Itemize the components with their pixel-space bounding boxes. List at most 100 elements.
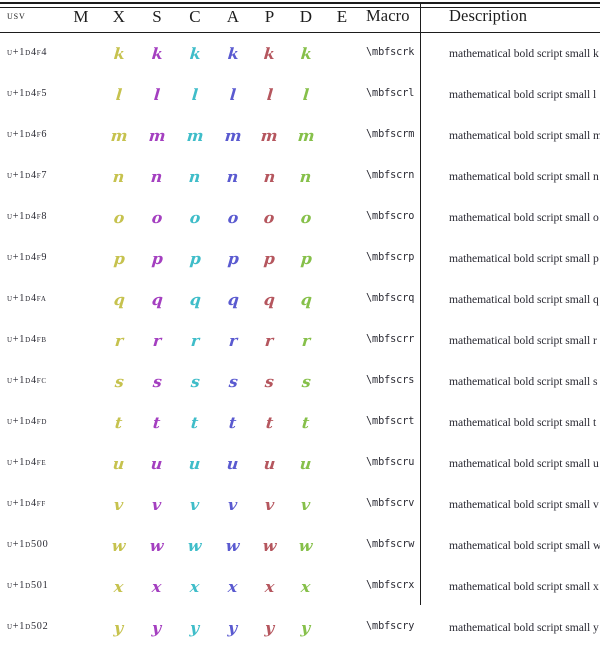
cell-glyph-a: x — [214, 566, 252, 607]
glyph-sample: l — [265, 84, 274, 104]
cell-glyph-e — [325, 607, 359, 648]
cell-glyph-p: k — [252, 33, 287, 74]
cell-glyph-m — [62, 484, 100, 525]
cell-glyph-m — [62, 566, 100, 607]
table-header-row: USV M X S C A P D E Macro Description — [0, 0, 600, 33]
glyph-sample: k — [299, 43, 313, 63]
glyph-sample: s — [227, 371, 239, 391]
cell-glyph-c: x — [176, 566, 214, 607]
cell-glyph-c: w — [176, 525, 214, 566]
glyph-sample: n — [299, 166, 313, 186]
cell-glyph-x: w — [100, 525, 138, 566]
glyph-sample: y — [151, 617, 163, 637]
cell-usv: U+1D4FE — [7, 457, 47, 469]
glyph-sample: s — [189, 371, 201, 391]
cell-glyph-d: v — [287, 484, 325, 525]
glyph-sample: r — [190, 330, 201, 350]
glyph-sample: m — [109, 125, 129, 145]
glyph-sample: w — [187, 535, 203, 555]
glyph-sample: o — [263, 207, 276, 227]
cell-glyph-c: r — [176, 320, 214, 361]
glyph-sample: l — [229, 84, 237, 104]
glyph-sample: p — [226, 248, 240, 268]
glyph-sample: p — [299, 248, 313, 268]
cell-glyph-s: t — [138, 402, 176, 443]
cell-glyph-d: k — [287, 33, 325, 74]
glyph-sample: y — [227, 617, 239, 637]
cell-macro: \mbfscro — [366, 211, 415, 223]
glyph-sample: k — [188, 43, 202, 63]
column-header-c: C — [189, 7, 201, 26]
glyph-sample: m — [147, 125, 167, 145]
cell-glyph-s: n — [138, 156, 176, 197]
table-row: U+1D4FB r r r r r r \mbfscrr mathematical bold s… — [0, 320, 600, 361]
cell-glyph-a: s — [214, 361, 252, 402]
glyph-sample: m — [260, 125, 279, 145]
table-row: U+1D4F4 k k k k k k \mbfscrk mathematical bold s… — [0, 33, 600, 74]
cell-glyph-d: t — [287, 402, 325, 443]
cell-glyph-x: l — [100, 74, 138, 115]
glyph-sample: t — [114, 412, 124, 432]
cell-macro: \mbfscrk — [366, 47, 415, 59]
cell-glyph-m — [62, 156, 100, 197]
cell-glyph-p: o — [252, 197, 287, 238]
cell-glyph-c: m — [176, 115, 214, 156]
cell-glyph-a: n — [214, 156, 252, 197]
cell-glyph-m — [62, 74, 100, 115]
glyph-sample: o — [226, 207, 240, 227]
cell-glyph-e — [325, 525, 359, 566]
glyph-sample: k — [112, 43, 126, 63]
glyph-sample: t — [301, 412, 311, 432]
cell-usv: U+1D4FA — [7, 293, 47, 305]
glyph-sample: r — [301, 330, 312, 350]
glyph-sample: r — [264, 330, 275, 350]
cell-usv: U+1D4F9 — [7, 252, 48, 264]
glyph-sample: p — [188, 248, 202, 268]
column-header-d: D — [299, 7, 313, 26]
cell-glyph-s: w — [138, 525, 176, 566]
glyph-sample: v — [300, 494, 312, 514]
cell-usv: U+1D4F5 — [7, 88, 48, 100]
glyph-sample: q — [188, 289, 202, 309]
table-row: U+1D501 x x x x x x \mbfscrx mathematical bold s… — [0, 566, 600, 607]
column-header-m: M — [73, 7, 89, 26]
glyph-sample: s — [300, 371, 312, 391]
cell-description: mathematical bold script small n — [449, 169, 599, 183]
glyph-sample: n — [226, 166, 240, 186]
cell-glyph-m — [62, 115, 100, 156]
cell-macro: \mbfscrt — [366, 416, 415, 428]
cell-glyph-e — [325, 33, 359, 74]
glyph-sample: x — [263, 576, 276, 596]
cell-glyph-s: k — [138, 33, 176, 74]
cell-glyph-x: k — [100, 33, 138, 74]
cell-glyph-p: w — [252, 525, 287, 566]
glyph-sample: x — [227, 576, 239, 596]
cell-glyph-x: s — [100, 361, 138, 402]
table-row: U+1D500 w w w w w w \mbfscrw mathematical bold s… — [0, 525, 600, 566]
cell-description: mathematical bold script small l — [449, 87, 597, 101]
glyph-sample: k — [150, 43, 164, 63]
cell-description: mathematical bold script small y — [449, 620, 599, 634]
cell-glyph-p: q — [252, 279, 287, 320]
glyph-sample: t — [265, 412, 275, 432]
cell-description: mathematical bold script small x — [449, 579, 599, 593]
cell-glyph-p: p — [252, 238, 287, 279]
glyph-sample: s — [264, 371, 275, 391]
glyph-sample: u — [150, 453, 164, 473]
glyph-sample: q — [226, 289, 240, 309]
cell-glyph-p: x — [252, 566, 287, 607]
table-row: U+1D4F9 p p p p p p \mbfscrp mathematical bold s… — [0, 238, 600, 279]
cell-glyph-c: s — [176, 361, 214, 402]
cell-glyph-a: w — [214, 525, 252, 566]
glyph-sample: w — [261, 535, 278, 555]
cell-glyph-c: p — [176, 238, 214, 279]
cell-glyph-x: p — [100, 238, 138, 279]
glyph-sample: t — [190, 412, 200, 432]
glyph-sample: t — [152, 412, 162, 432]
cell-glyph-c: t — [176, 402, 214, 443]
cell-glyph-x: v — [100, 484, 138, 525]
glyph-sample: x — [189, 576, 201, 596]
table-top-rule-outer — [0, 2, 600, 4]
column-header-usv: USV — [7, 9, 26, 22]
cell-description: mathematical bold script small p — [449, 251, 599, 265]
